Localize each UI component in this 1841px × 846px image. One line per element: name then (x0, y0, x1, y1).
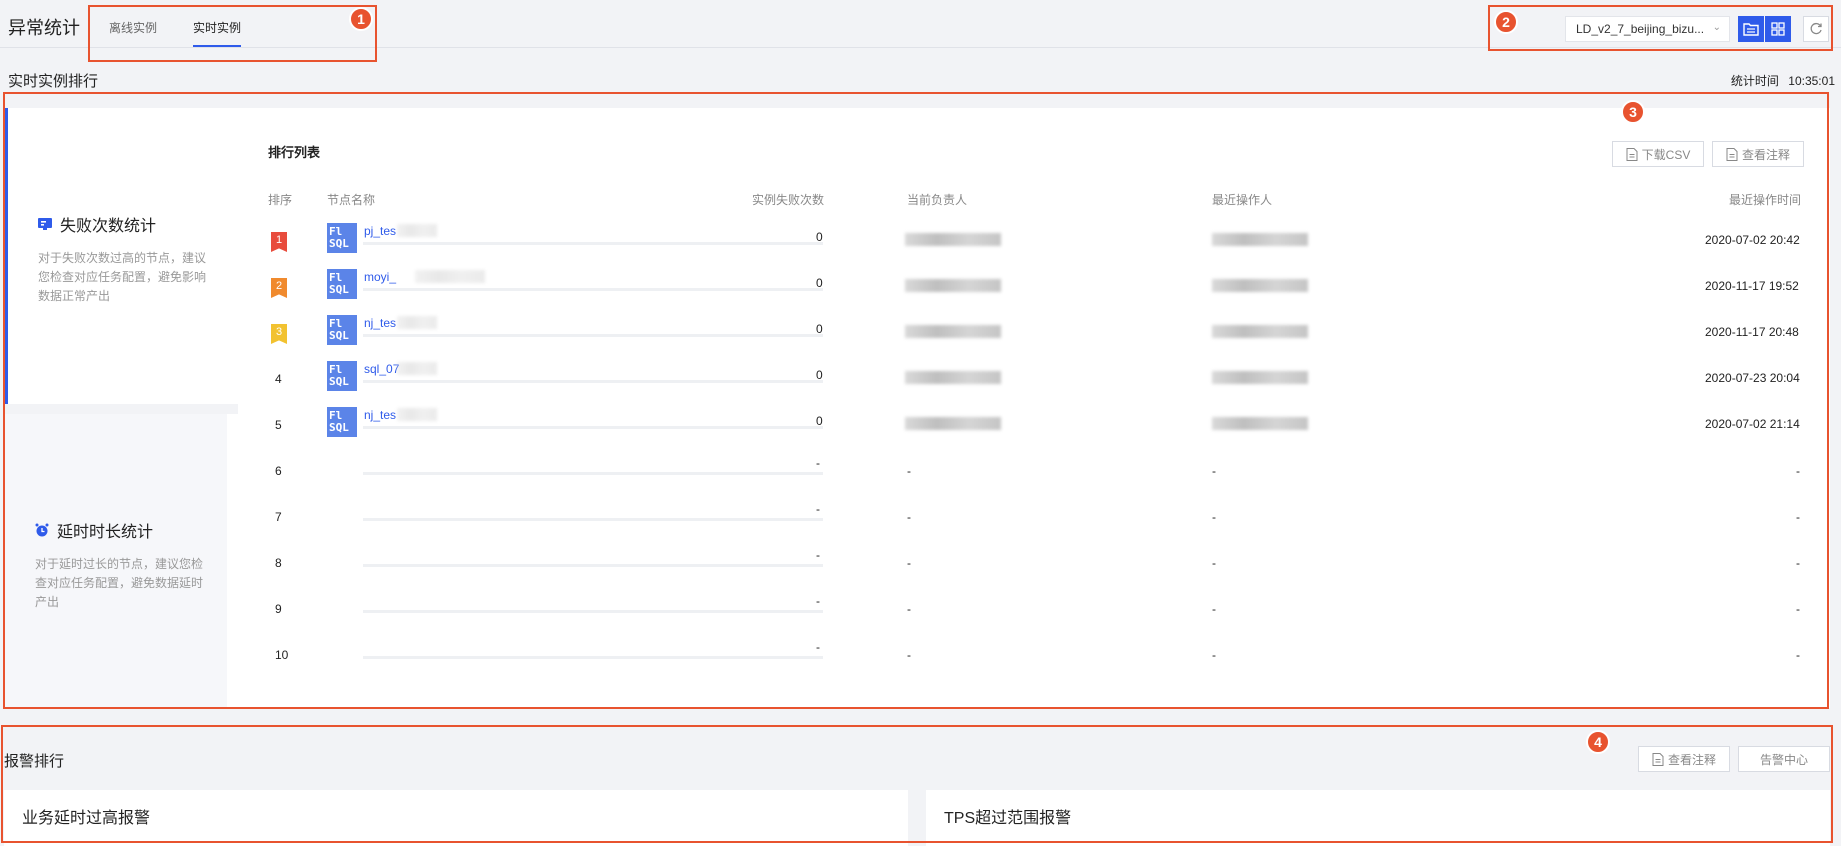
page-title: 异常统计 (8, 18, 80, 38)
annotation-badge-1: 1 (349, 7, 373, 31)
annotation-box-2 (1488, 5, 1833, 51)
annotation-box-1 (88, 5, 377, 62)
annotation-badge-4: 4 (1586, 730, 1610, 754)
annotation-box-3 (3, 92, 1829, 709)
stat-time-label: 统计时间 (1730, 74, 1779, 88)
annotation-badge-3: 3 (1621, 100, 1645, 124)
stat-time: 统计时间 10:35:01 (1731, 72, 1835, 89)
annotation-box-4 (1, 725, 1833, 843)
annotation-badge-2: 2 (1494, 10, 1518, 34)
stat-time-value: 10:35:01 (1788, 74, 1835, 88)
section-title: 实时实例排行 (8, 73, 99, 90)
